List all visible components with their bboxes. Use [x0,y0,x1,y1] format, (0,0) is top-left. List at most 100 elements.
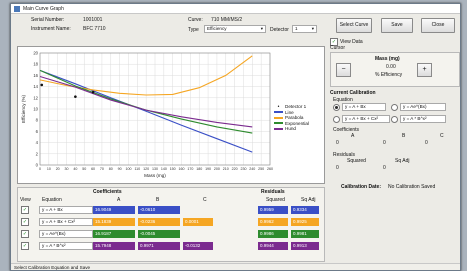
row-view-checkbox[interactable]: ✓ [21,242,29,250]
coef-value-b: 0 [383,140,386,146]
cursor-label: Cursor [330,45,346,51]
radio-exponential[interactable] [391,103,398,111]
detector-select-value: 1 [295,26,298,31]
row-squared: 0.9986 [258,230,288,238]
row-coef-c: -0.0132 [183,242,213,250]
y-tick-label: 14 [33,84,38,89]
table-residuals-heading: Residuals [261,189,285,195]
row-equation: y = A + Bx [39,206,93,214]
type-select[interactable]: Efficiency ▾ [204,25,266,33]
type-label: Type [188,27,199,33]
x-tick-label: 90 [118,167,122,171]
chevron-down-icon: ▾ [311,26,314,31]
equation-option-linear[interactable]: y = A + Bx [333,103,386,111]
row-coef-b: -0.0045 [138,230,180,238]
y-tick-label: 20 [33,51,38,56]
coefficients-label: Coefficients [333,127,360,133]
row-view-checkbox[interactable]: ✓ [21,230,29,238]
col-a: A [117,197,121,203]
curve-label: Curve: [188,17,203,23]
row-coef-a: 16.9187 [93,230,135,238]
calibration-date-value: No Calibration Saved [388,184,436,190]
row-coef-a: 16.9049 [93,206,135,214]
x-tick-label: 120 [143,167,149,171]
row-equation: y = Ae^(Bx) [39,230,93,238]
mass-value: 0.00 [386,64,396,70]
col-view: View [20,197,31,203]
row-sqadj: 0.9913 [291,242,319,250]
x-tick-label: 150 [170,167,176,171]
data-point [74,95,77,98]
y-tick-label: 16 [33,73,38,78]
y-tick-label: 4 [36,140,39,145]
equation-option-label: y = A + Bx [342,103,386,111]
x-tick-label: 190 [205,167,211,171]
col-sqadj: Sq Adj [301,197,316,203]
row-view-checkbox[interactable]: ✓ [21,218,29,226]
detector-select[interactable]: 1 ▾ [292,25,317,33]
x-tick-label: 260 [267,167,273,171]
row-coef-b: -0.0236 [138,218,180,226]
calibration-heading: Current Calibration [330,90,376,96]
equation-option-hund[interactable]: y = A * B^x² [391,115,446,123]
x-tick-label: 130 [152,167,158,171]
select-curve-button[interactable]: Select Curve [336,18,372,33]
y-tick-label: 2 [36,151,39,156]
table-coefficients-heading: Coefficients [93,189,122,195]
cursor-minus-button[interactable]: − [336,63,351,77]
row-coef-b: -0.0610 [138,206,180,214]
equation-option-label: y = Ae^(Bx) [400,103,446,111]
x-tick-label: 240 [249,167,255,171]
legend-label: Hund [285,126,296,132]
sqadj-label: Sq Adj [395,158,410,164]
y-tick-label: 6 [36,129,39,134]
legend-label: Parabola [285,115,304,121]
row-squared: 0.9962 [258,218,288,226]
legend-swatch [274,127,283,130]
row-view-checkbox[interactable]: ✓ [21,206,29,214]
x-axis-label: Mass (mg) [144,173,166,178]
row-coef-b: 0.9971 [138,242,180,250]
legend-item-series-3: Hund [274,126,309,132]
col-c: C [203,197,207,203]
x-tick-label: 140 [161,167,167,171]
save-button[interactable]: Save [381,18,413,33]
cursor-plus-button[interactable]: + [417,63,432,77]
x-tick-label: 200 [214,167,220,171]
efficiency-label: % Efficiency [375,72,403,78]
legend-label: Detector 1 [285,104,307,110]
equation-option-exponential[interactable]: y = Ae^(Bx) [391,103,446,111]
equation-option-parabola[interactable]: y = A + Bx + Cx² [333,115,390,123]
coef-value-a: 0 [336,140,339,146]
x-tick-label: 230 [240,167,246,171]
x-tick-label: 210 [223,167,229,171]
serial-value: 1001001 [83,17,103,23]
instrument-label: Instrument Name: [31,26,71,32]
legend-item-points: • Detector 1 [274,104,309,110]
x-tick-label: 20 [56,167,60,171]
status-bar: Select Calibration Equation and Save [11,263,460,270]
sqadj-value: 0 [383,165,386,171]
row-coef-a: 15.1839 [93,218,135,226]
detector-label: Detector [270,27,289,33]
radio-hund[interactable] [391,115,398,123]
curve-value: 710 MM/MS/2 [211,17,243,23]
x-tick-label: 10 [47,167,51,171]
cursor-panel: − Mass (mg) 0.00 % Efficiency + [330,52,460,87]
row-sqadj: 0.9981 [291,230,319,238]
y-tick-label: 10 [33,107,38,112]
chevron-down-icon: ▾ [260,26,263,31]
radio-parabola[interactable] [333,115,340,123]
col-squared: Squared [266,197,285,203]
coef-header-a: A [351,133,355,139]
instrument-value: BFC 7710 [83,26,106,32]
x-tick-label: 80 [109,167,113,171]
y-tick-label: 18 [33,62,38,67]
x-tick-label: 250 [258,167,264,171]
radio-linear[interactable] [333,103,340,111]
row-equation: y = A + Bx + Cx² [39,218,93,226]
equation-option-label: y = A * B^x² [400,115,446,123]
close-button[interactable]: Close [421,18,455,33]
x-tick-label: 220 [232,167,238,171]
legend-swatch [274,111,283,114]
